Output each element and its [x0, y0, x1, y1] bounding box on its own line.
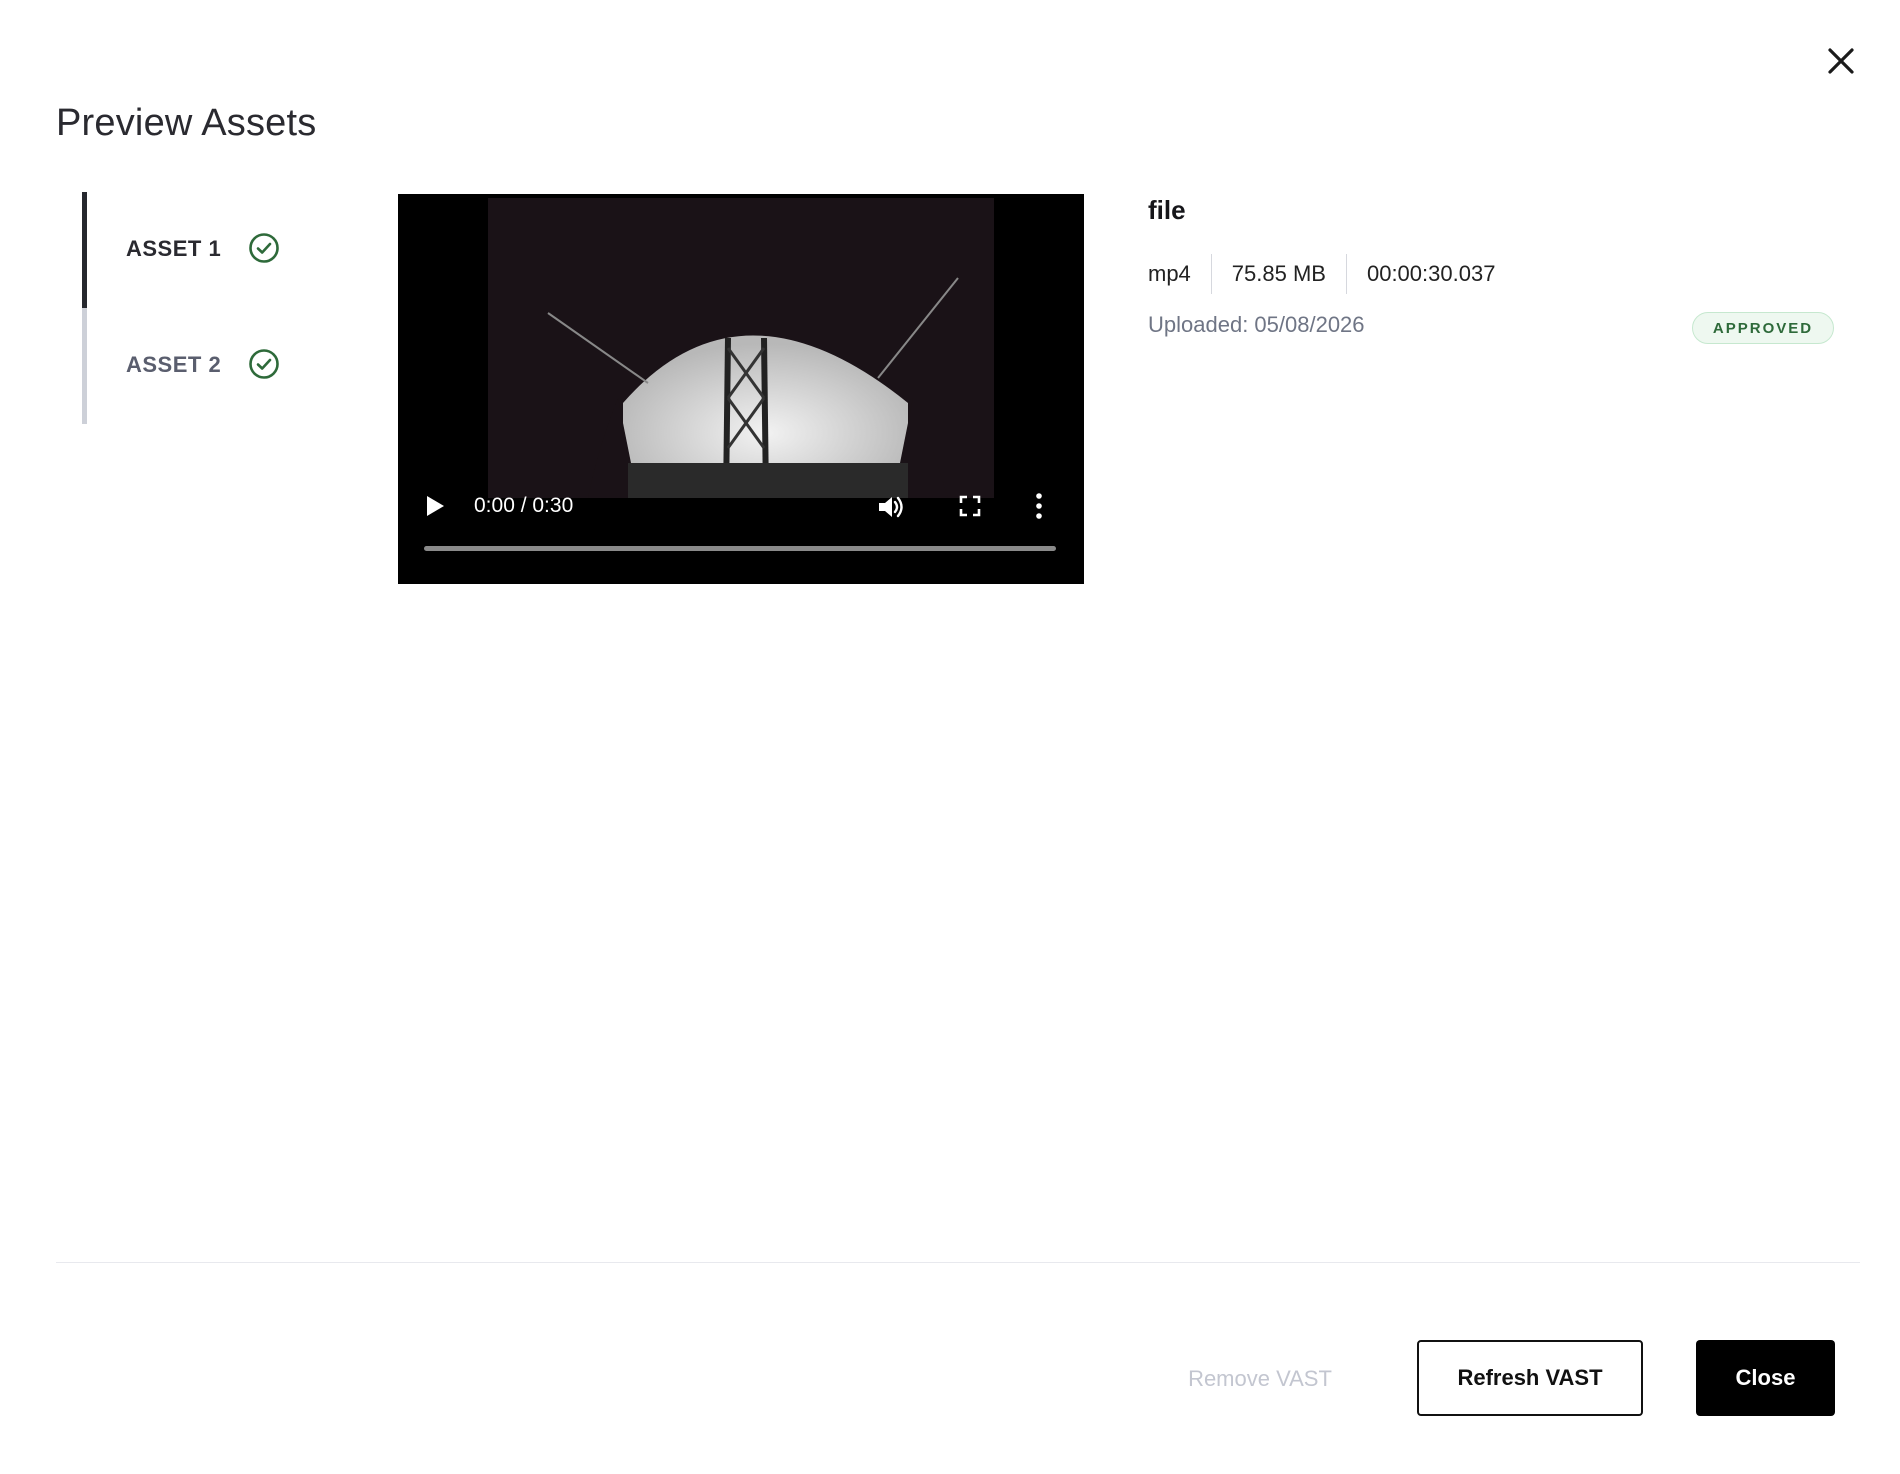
- video-progress-bar[interactable]: [424, 546, 1056, 551]
- play-icon[interactable]: [424, 494, 446, 518]
- asset-tabs: ASSET 1 ASSET 2: [82, 192, 322, 424]
- status-badge: APPROVED: [1692, 312, 1834, 344]
- file-size: 75.85 MB: [1210, 254, 1346, 294]
- file-duration: 00:00:30.037: [1345, 254, 1515, 294]
- refresh-vast-button[interactable]: Refresh VAST: [1417, 1340, 1643, 1416]
- close-icon[interactable]: [1820, 40, 1862, 82]
- check-circle-icon: [249, 349, 279, 379]
- remove-vast-button[interactable]: Remove VAST: [1170, 1340, 1350, 1418]
- footer-divider: [56, 1262, 1860, 1263]
- file-meta: mp4 75.85 MB 00:00:30.037: [1148, 254, 1515, 294]
- tab-label: ASSET 1: [126, 236, 222, 261]
- tab-asset-2[interactable]: ASSET 2: [82, 308, 322, 424]
- dialog-title: Preview Assets: [56, 102, 317, 144]
- file-name: file: [1148, 195, 1186, 225]
- more-options-icon[interactable]: [1034, 492, 1044, 520]
- video-player[interactable]: 0:00 / 0:30: [398, 194, 1084, 584]
- fullscreen-icon[interactable]: [958, 494, 982, 518]
- close-button[interactable]: Close: [1696, 1340, 1835, 1416]
- video-time: 0:00 / 0:30: [474, 494, 574, 517]
- file-format: mp4: [1148, 261, 1191, 286]
- tab-asset-1[interactable]: ASSET 1: [82, 192, 322, 308]
- tab-label: ASSET 2: [126, 352, 222, 377]
- video-frame: [488, 198, 994, 498]
- volume-icon[interactable]: [876, 492, 906, 522]
- check-circle-icon: [249, 233, 279, 263]
- upload-date: Uploaded: 05/08/2026: [1148, 312, 1365, 337]
